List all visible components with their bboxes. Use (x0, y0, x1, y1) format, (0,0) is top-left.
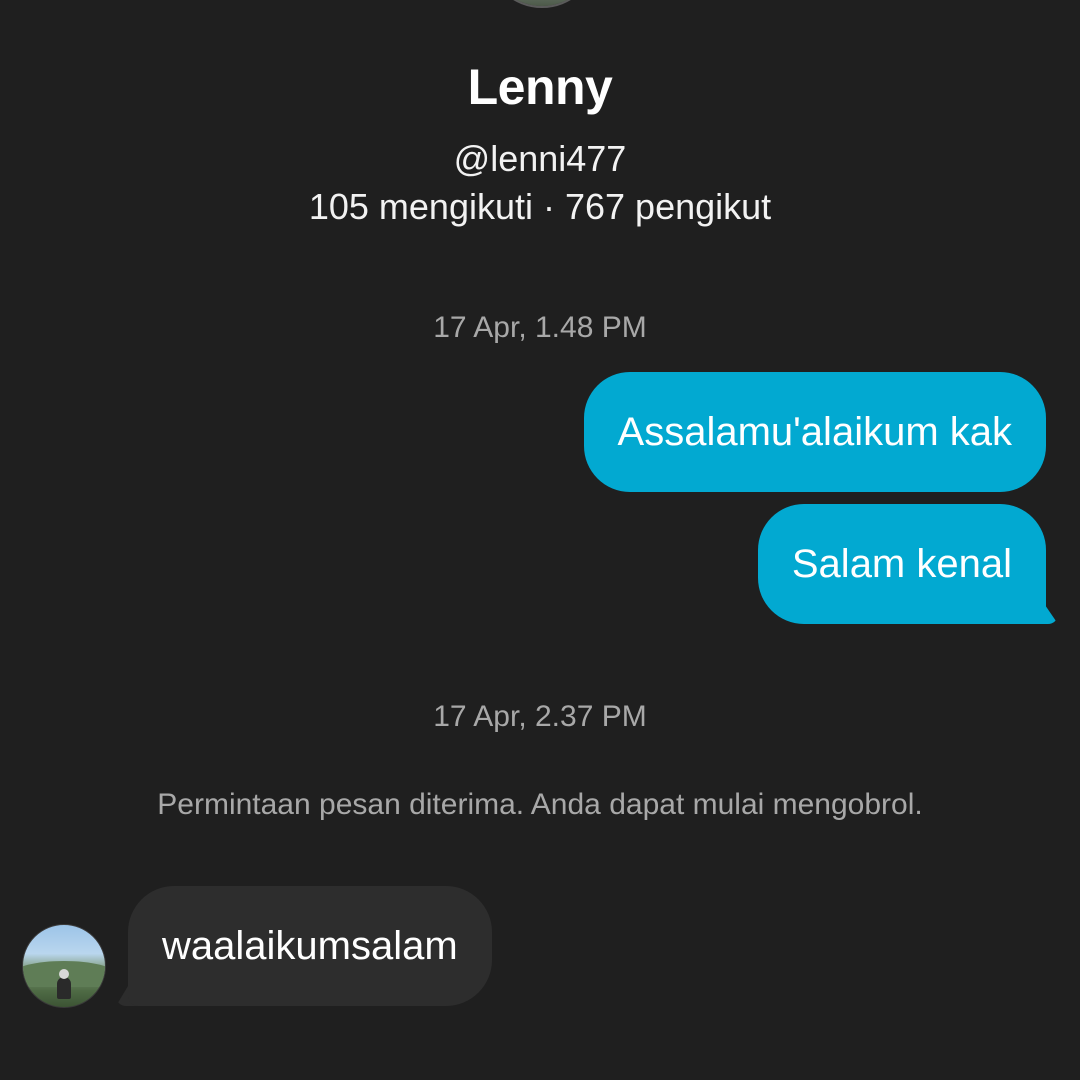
bubble-tail (1022, 604, 1058, 624)
profile-handle: @lenni477 (453, 138, 627, 179)
outgoing-message-bubble[interactable]: Assalamu'alaikum kak (583, 372, 1046, 492)
chat-screen: Lenny @lenni477 105 mengikuti · 767 peng… (0, 0, 1080, 1080)
message-text: waalaikumsalam (162, 924, 458, 968)
incoming-message-bubble[interactable]: waalaikumsalam (128, 886, 492, 1006)
message-timestamp: 17 Apr, 1.48 PM (433, 311, 647, 344)
avatar-photo-head (59, 969, 69, 979)
avatar-photo-figure (57, 977, 71, 999)
profile-avatar[interactable] (486, 0, 598, 8)
message-timestamp: 17 Apr, 2.37 PM (433, 700, 647, 733)
message-text: Assalamu'alaikum kak (617, 410, 1012, 454)
incoming-message-row: waalaikumsalam (0, 886, 1080, 1016)
contact-avatar[interactable] (22, 924, 106, 1008)
avatar-photo (488, 0, 596, 6)
profile-stats: 105 mengikuti · 767 pengikut (308, 186, 772, 227)
system-notice: Permintaan pesan diterima. Anda dapat mu… (157, 788, 923, 821)
message-text: Salam kenal (791, 542, 1012, 586)
outgoing-message-bubble[interactable]: Salam kenal (757, 504, 1046, 624)
profile-name[interactable]: Lenny (0, 58, 1080, 116)
